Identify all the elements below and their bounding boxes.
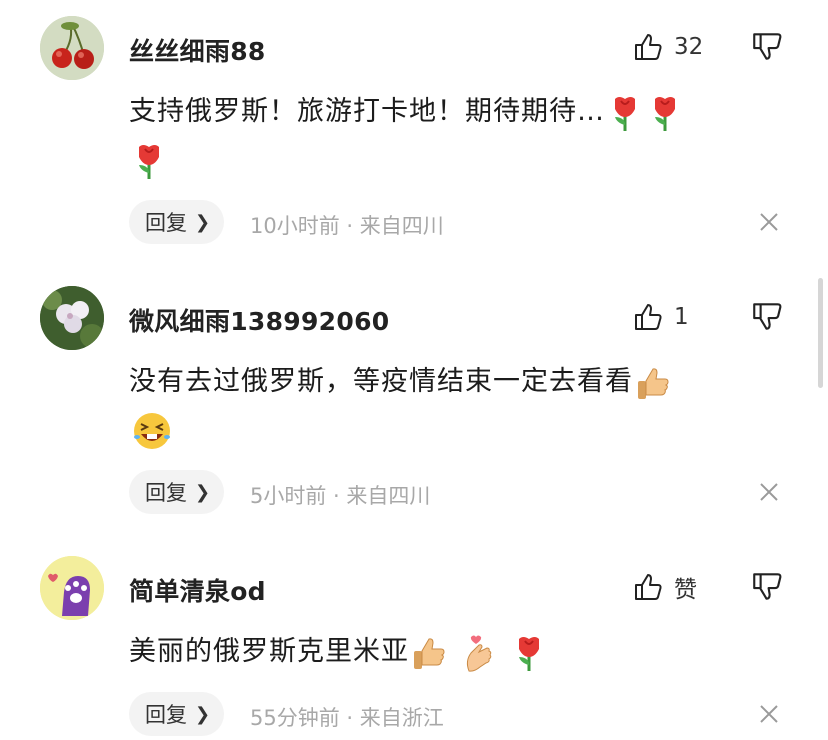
reply-button[interactable]: 回复 ❯ bbox=[129, 200, 225, 244]
rose-emoji-icon bbox=[139, 144, 159, 179]
close-icon[interactable] bbox=[758, 211, 780, 233]
username[interactable]: 丝丝细雨88 bbox=[129, 32, 266, 68]
thumbs-up-emoji-icon bbox=[414, 637, 445, 669]
thumbs-down-icon[interactable] bbox=[750, 570, 784, 604]
comment-meta: 55分钟前 · 来自浙江 bbox=[250, 706, 444, 730]
thumbs-up-icon bbox=[635, 34, 662, 60]
reply-label: 回复 bbox=[145, 481, 187, 505]
paw-avatar-image bbox=[40, 556, 104, 620]
cherry-avatar-image bbox=[40, 16, 104, 80]
reply-button[interactable]: 回复 ❯ bbox=[129, 692, 225, 736]
avatar[interactable] bbox=[40, 556, 104, 620]
scrollbar[interactable] bbox=[818, 278, 823, 388]
thumbs-up-icon bbox=[635, 574, 662, 600]
chevron-right-icon: ❯ bbox=[195, 703, 211, 725]
close-icon[interactable] bbox=[758, 703, 780, 725]
thumbs-up-icon bbox=[635, 304, 662, 330]
comment-meta: 10小时前 · 来自四川 bbox=[250, 214, 444, 238]
like-button[interactable]: 32 bbox=[632, 30, 703, 64]
comment-text: 美丽的俄罗斯克里米亚 bbox=[129, 628, 779, 676]
username[interactable]: 微风细雨138992060 bbox=[129, 302, 389, 338]
rose-emoji-icon bbox=[519, 636, 539, 671]
close-icon[interactable] bbox=[758, 481, 780, 503]
like-button[interactable]: 赞 bbox=[632, 570, 697, 604]
username[interactable]: 简单清泉od bbox=[129, 572, 266, 608]
flower-avatar-image bbox=[40, 286, 104, 350]
reply-label: 回复 bbox=[145, 703, 187, 727]
thumbs-down-icon[interactable] bbox=[750, 30, 784, 64]
reply-label: 回复 bbox=[145, 211, 187, 235]
like-button[interactable]: 1 bbox=[632, 300, 689, 334]
thumbs-down-icon[interactable] bbox=[750, 300, 784, 334]
comment-meta: 5小时前 · 来自四川 bbox=[250, 484, 431, 508]
reply-button[interactable]: 回复 ❯ bbox=[129, 470, 225, 514]
comment-text-content: 美丽的俄罗斯克里米亚 bbox=[129, 636, 409, 667]
thumbs-up-emoji-icon bbox=[638, 367, 669, 399]
like-label: 赞 bbox=[674, 577, 697, 603]
like-count: 1 bbox=[674, 304, 689, 330]
comment-text: 没有去过俄罗斯，等疫情结束一定去看看 bbox=[129, 358, 779, 454]
comment-text-content: 没有去过俄罗斯，等疫情结束一定去看看 bbox=[129, 366, 633, 397]
chevron-right-icon: ❯ bbox=[195, 481, 211, 503]
avatar[interactable] bbox=[40, 286, 104, 350]
rose-emoji-icon bbox=[615, 96, 635, 131]
comment-text: 支持俄罗斯！旅游打卡地！期待期待… bbox=[129, 88, 779, 184]
like-count: 32 bbox=[674, 34, 704, 60]
comment-text-content: 支持俄罗斯！旅游打卡地！期待期待… bbox=[129, 96, 605, 127]
chevron-right-icon: ❯ bbox=[195, 211, 211, 233]
finger-heart-emoji-icon bbox=[466, 635, 492, 672]
avatar[interactable] bbox=[40, 16, 104, 80]
grinning-squint-emoji-icon bbox=[134, 412, 170, 449]
rose-emoji-icon bbox=[655, 96, 675, 131]
